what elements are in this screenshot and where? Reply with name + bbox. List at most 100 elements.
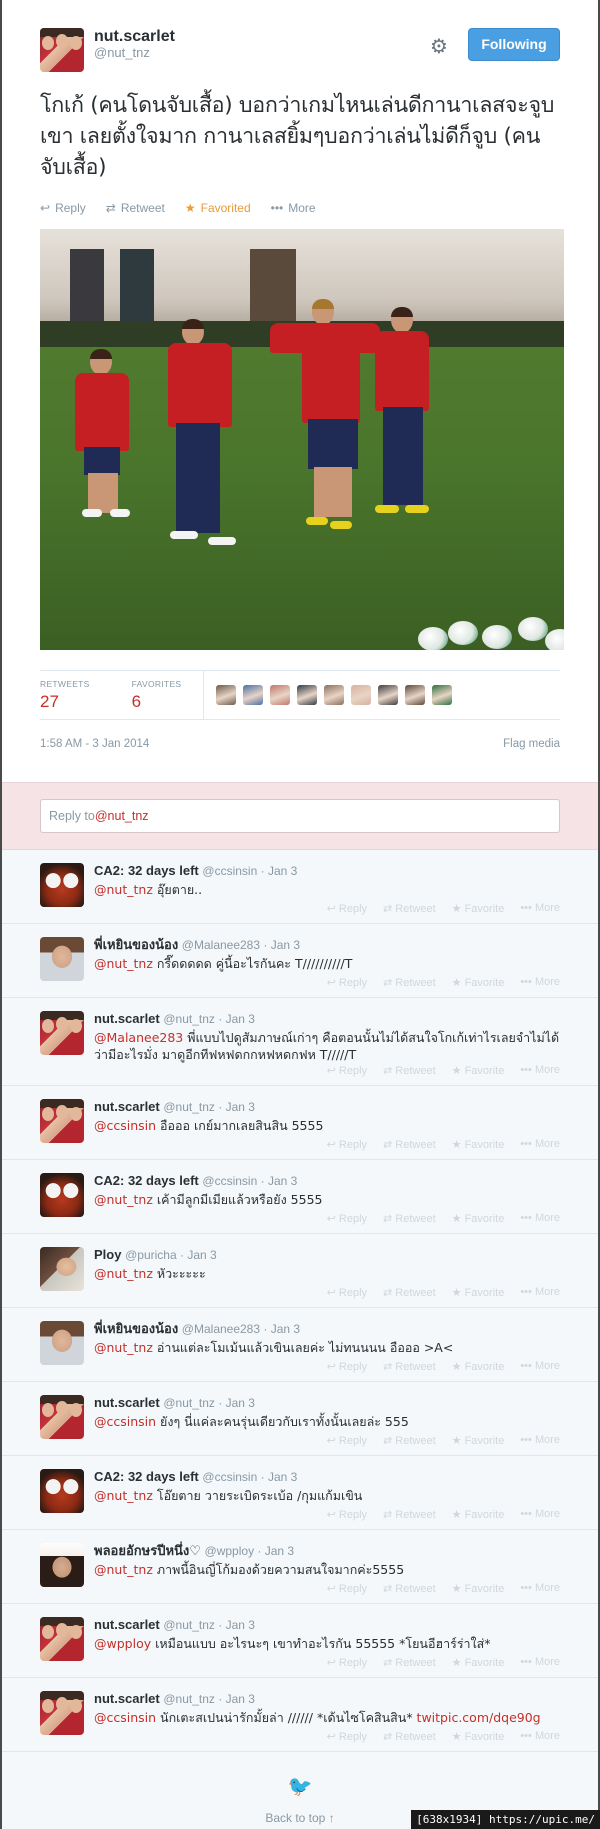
reply-time[interactable]: Jan 3 <box>226 1100 255 1114</box>
favorite-action[interactable]: ★ Favorite <box>452 1730 505 1743</box>
reply-fullname[interactable]: CA2: 32 days left <box>94 1469 199 1484</box>
reply-action[interactable]: ↩ Reply <box>327 1212 367 1225</box>
gear-icon[interactable]: ⚙ <box>428 36 450 58</box>
reply-time[interactable]: Jan 3 <box>226 1396 255 1410</box>
reply-screen-name[interactable]: @ccsinsin <box>202 1174 257 1188</box>
reply-mention[interactable]: @ccsinsin <box>94 1710 156 1725</box>
reply-fullname[interactable]: พี่เหยินของน้อง <box>94 1321 178 1336</box>
more-action[interactable]: ••• More <box>520 1730 560 1743</box>
fullname[interactable]: nut.scarlet <box>94 28 175 46</box>
reply-screen-name[interactable]: @nut_tnz <box>163 1100 215 1114</box>
avatar[interactable] <box>40 937 84 981</box>
reply-mention[interactable]: @ccsinsin <box>94 1414 156 1429</box>
avatar[interactable] <box>40 1321 84 1365</box>
retweet-action[interactable]: ⇄ Retweet <box>383 1360 436 1373</box>
reply-time[interactable]: Jan 3 <box>226 1692 255 1706</box>
reply-action[interactable]: ↩ Reply <box>327 1656 367 1669</box>
avatar[interactable] <box>40 1247 84 1291</box>
reply-fullname[interactable]: Ploy <box>94 1247 121 1262</box>
favorite-action[interactable]: ★ Favorite <box>452 1138 505 1151</box>
reply-time[interactable]: Jan 3 <box>271 1322 300 1336</box>
more-action[interactable]: ••• More <box>520 1286 560 1299</box>
avatar[interactable] <box>40 1011 84 1055</box>
reply-item[interactable]: nut.scarlet @nut_tnz · Jan 3 @wpploy เหมื… <box>2 1604 598 1678</box>
favoriter-avatar[interactable] <box>324 685 345 705</box>
reply-fullname[interactable]: CA2: 32 days left <box>94 863 199 878</box>
reply-time[interactable]: Jan 3 <box>268 1470 297 1484</box>
reply-mention[interactable]: @ccsinsin <box>94 1118 156 1133</box>
favorite-action[interactable]: ★ Favorite <box>452 1656 505 1669</box>
reply-screen-name[interactable]: @ccsinsin <box>202 1470 257 1484</box>
reply-screen-name[interactable]: @wpploy <box>205 1544 255 1558</box>
tweet-photo[interactable] <box>40 229 564 650</box>
favoriter-avatar[interactable] <box>297 685 318 705</box>
reply-action[interactable]: ↩ Reply <box>327 1508 367 1521</box>
reply-action[interactable]: ↩ Reply <box>327 1434 367 1447</box>
favoriter-avatar[interactable] <box>243 685 264 705</box>
avatar[interactable] <box>40 1395 84 1439</box>
avatar[interactable] <box>40 863 84 907</box>
favoriter-avatar[interactable] <box>351 685 372 705</box>
reply-fullname[interactable]: nut.scarlet <box>94 1099 160 1114</box>
favoriter-avatar[interactable] <box>216 685 237 705</box>
reply-fullname[interactable]: CA2: 32 days left <box>94 1173 199 1188</box>
favorite-action[interactable]: ★ Favorite <box>452 902 505 915</box>
reply-action[interactable]: ↩ Reply <box>40 201 86 215</box>
more-action[interactable]: ••• More <box>520 1656 560 1669</box>
reply-item[interactable]: CA2: 32 days left @ccsinsin · Jan 3 @nut_… <box>2 850 598 924</box>
more-action[interactable]: ••• More <box>271 201 316 215</box>
avatar[interactable] <box>40 28 84 72</box>
reply-item[interactable]: nut.scarlet @nut_tnz · Jan 3 @Malanee283 … <box>2 998 598 1086</box>
reply-item[interactable]: nut.scarlet @nut_tnz · Jan 3 @ccsinsin อื… <box>2 1086 598 1160</box>
retweet-action[interactable]: ⇄ Retweet <box>383 1138 436 1151</box>
favorite-action[interactable]: ★ Favorite <box>452 976 505 989</box>
reply-fullname[interactable]: nut.scarlet <box>94 1395 160 1410</box>
retweet-action[interactable]: ⇄ Retweet <box>383 1508 436 1521</box>
retweet-action[interactable]: ⇄ Retweet <box>383 1582 436 1595</box>
favorite-action[interactable]: ★ Favorite <box>452 1508 505 1521</box>
retweet-action[interactable]: ⇄ Retweet <box>383 1656 436 1669</box>
retweet-action[interactable]: ⇄ Retweet <box>383 902 436 915</box>
reply-mention[interactable]: @nut_tnz <box>94 1192 153 1207</box>
reply-screen-name[interactable]: @nut_tnz <box>163 1692 215 1706</box>
reply-screen-name[interactable]: @Malanee283 <box>182 1322 260 1336</box>
reply-action[interactable]: ↩ Reply <box>327 1138 367 1151</box>
reply-input[interactable]: Reply to @nut_tnz <box>40 799 560 833</box>
reply-mention[interactable]: @Malanee283 <box>94 1030 183 1045</box>
reply-time[interactable]: Jan 3 <box>226 1618 255 1632</box>
favorite-action[interactable]: ★ Favorite <box>452 1434 505 1447</box>
reply-action[interactable]: ↩ Reply <box>327 1286 367 1299</box>
reply-item[interactable]: พี่เหยินของน้อง @Malanee283 · Jan 3 @nut_… <box>2 924 598 998</box>
avatar[interactable] <box>40 1617 84 1661</box>
reply-mention[interactable]: @nut_tnz <box>94 1340 153 1355</box>
reply-fullname[interactable]: nut.scarlet <box>94 1011 160 1026</box>
reply-link[interactable]: twitpic.com/dqe90g <box>417 1710 541 1725</box>
avatar[interactable] <box>40 1469 84 1513</box>
retweet-action[interactable]: ⇄ Retweet <box>383 1064 436 1077</box>
retweet-action[interactable]: ⇄ Retweet <box>106 201 165 215</box>
more-action[interactable]: ••• More <box>520 1064 560 1077</box>
reply-time[interactable]: Jan 3 <box>268 1174 297 1188</box>
reply-time[interactable]: Jan 3 <box>226 1012 255 1026</box>
reply-screen-name[interactable]: @Malanee283 <box>182 938 260 952</box>
flag-media-link[interactable]: Flag media <box>503 738 560 782</box>
reply-mention[interactable]: @nut_tnz <box>94 1562 153 1577</box>
avatar[interactable] <box>40 1543 84 1587</box>
reply-mention[interactable]: @nut_tnz <box>94 1266 153 1281</box>
favorite-action[interactable]: ★ Favorite <box>452 1064 505 1077</box>
reply-item[interactable]: nut.scarlet @nut_tnz · Jan 3 @ccsinsin นั… <box>2 1678 598 1752</box>
reply-mention[interactable]: @nut_tnz <box>94 882 153 897</box>
favoriter-avatar[interactable] <box>378 685 399 705</box>
reply-action[interactable]: ↩ Reply <box>327 1360 367 1373</box>
avatar[interactable] <box>40 1691 84 1735</box>
reply-action[interactable]: ↩ Reply <box>327 902 367 915</box>
retweet-action[interactable]: ⇄ Retweet <box>383 976 436 989</box>
reply-time[interactable]: Jan 3 <box>187 1248 216 1262</box>
reply-fullname[interactable]: nut.scarlet <box>94 1617 160 1632</box>
reply-screen-name[interactable]: @puricha <box>125 1248 177 1262</box>
reply-item[interactable]: Ploy @puricha · Jan 3 @nut_tnz หัวะะะะะ ↩ … <box>2 1234 598 1308</box>
more-action[interactable]: ••• More <box>520 976 560 989</box>
reply-mention[interactable]: @nut_tnz <box>94 1488 153 1503</box>
reply-time[interactable]: Jan 3 <box>268 864 297 878</box>
more-action[interactable]: ••• More <box>520 1138 560 1151</box>
